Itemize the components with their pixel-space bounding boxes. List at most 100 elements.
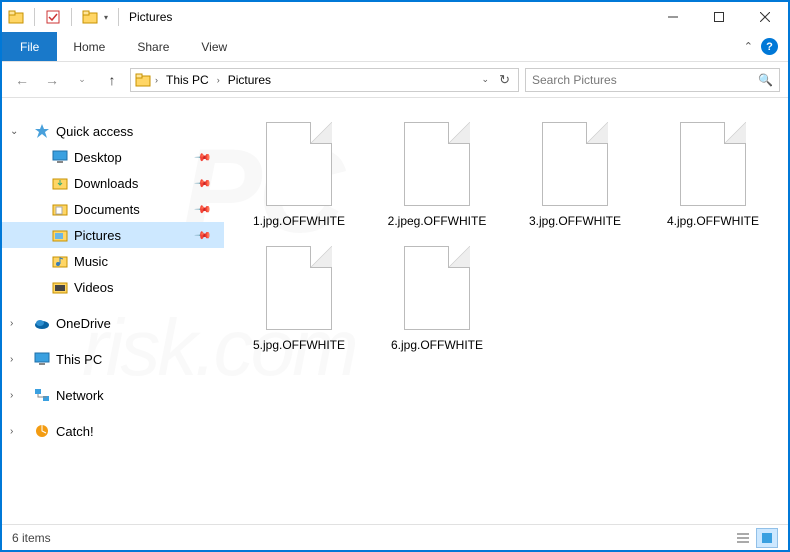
catch-icon	[34, 423, 50, 439]
qat-dropdown-icon[interactable]: ▾	[104, 13, 108, 22]
navigation-row: ← → ⌄ ↑ › This PC › Pictures ⌄ ↻ Search …	[2, 62, 788, 98]
nav-label: Documents	[74, 202, 140, 217]
properties-icon[interactable]	[45, 9, 61, 25]
network-icon	[34, 387, 50, 403]
folder-icon[interactable]	[82, 9, 98, 25]
quick-access-toolbar: ▾ Pictures	[2, 8, 172, 26]
main-area: PC risk.com ⌄ Quick access Desktop 📌 Dow…	[2, 98, 788, 522]
nav-label: This PC	[56, 352, 102, 367]
thumbnails-view-button[interactable]	[756, 528, 778, 548]
separator	[71, 8, 72, 26]
nav-downloads[interactable]: Downloads 📌	[2, 170, 224, 196]
chevron-right-icon[interactable]: ›	[217, 75, 220, 85]
star-icon	[34, 123, 50, 139]
refresh-icon[interactable]: ↻	[495, 72, 514, 88]
file-name: 2.jpeg.OFFWHITE	[388, 214, 487, 228]
pin-icon: 📌	[194, 174, 213, 193]
back-button[interactable]: ←	[10, 68, 34, 92]
pin-icon: 📌	[194, 226, 213, 245]
desktop-icon	[52, 149, 68, 165]
title-bar: ▾ Pictures	[2, 2, 788, 32]
nav-quick-access[interactable]: ⌄ Quick access	[2, 118, 224, 144]
nav-label: Catch!	[56, 424, 94, 439]
breadcrumb-pictures[interactable]: Pictures	[224, 73, 275, 87]
nav-label: Music	[74, 254, 108, 269]
view-switcher	[732, 528, 778, 548]
forward-button[interactable]: →	[40, 68, 64, 92]
nav-label: Network	[56, 388, 104, 403]
nav-label: Desktop	[74, 150, 122, 165]
separator	[34, 8, 35, 26]
pin-icon: 📌	[194, 200, 213, 219]
nav-pictures[interactable]: Pictures 📌	[2, 222, 224, 248]
address-dropdown-icon[interactable]: ⌄	[482, 74, 490, 85]
search-input[interactable]: Search Pictures 🔍	[525, 68, 780, 92]
up-button[interactable]: ↑	[100, 68, 124, 92]
close-button[interactable]	[742, 2, 788, 32]
details-view-button[interactable]	[732, 528, 754, 548]
file-item[interactable]: 1.jpg.OFFWHITE	[240, 122, 358, 228]
file-item[interactable]: 3.jpg.OFFWHITE	[516, 122, 634, 228]
file-icon	[266, 122, 332, 206]
nav-network[interactable]: › Network	[2, 382, 224, 408]
nav-music[interactable]: Music	[2, 248, 224, 274]
chevron-right-icon[interactable]: ›	[10, 354, 13, 365]
file-icon	[404, 246, 470, 330]
pictures-icon	[52, 227, 68, 243]
nav-label: Videos	[74, 280, 114, 295]
file-item[interactable]: 6.jpg.OFFWHITE	[378, 246, 496, 352]
file-name: 5.jpg.OFFWHITE	[253, 338, 345, 352]
nav-onedrive[interactable]: › OneDrive	[2, 310, 224, 336]
nav-this-pc[interactable]: › This PC	[2, 346, 224, 372]
window-title: Pictures	[129, 10, 172, 24]
this-pc-icon	[34, 351, 50, 367]
ribbon: File Home Share View ⌃ ?	[2, 32, 788, 62]
nav-catch[interactable]: › Catch!	[2, 418, 224, 444]
nav-desktop[interactable]: Desktop 📌	[2, 144, 224, 170]
file-name: 1.jpg.OFFWHITE	[253, 214, 345, 228]
address-bar[interactable]: › This PC › Pictures ⌄ ↻	[130, 68, 519, 92]
downloads-icon	[52, 175, 68, 191]
item-count: 6 items	[12, 531, 51, 545]
file-name: 6.jpg.OFFWHITE	[391, 338, 483, 352]
file-tab[interactable]: File	[2, 32, 57, 61]
chevron-right-icon[interactable]: ›	[10, 318, 13, 329]
file-name: 3.jpg.OFFWHITE	[529, 214, 621, 228]
chevron-right-icon[interactable]: ›	[10, 426, 13, 437]
search-placeholder: Search Pictures	[532, 73, 758, 87]
file-icon	[542, 122, 608, 206]
status-bar: 6 items	[2, 524, 788, 550]
search-icon[interactable]: 🔍	[758, 73, 773, 87]
nav-label: Quick access	[56, 124, 133, 139]
minimize-button[interactable]	[650, 2, 696, 32]
documents-icon	[52, 201, 68, 217]
pin-icon: 📌	[194, 148, 213, 167]
nav-videos[interactable]: Videos	[2, 274, 224, 300]
onedrive-icon	[34, 315, 50, 331]
nav-label: Pictures	[74, 228, 121, 243]
nav-label: Downloads	[74, 176, 138, 191]
chevron-right-icon[interactable]: ›	[155, 75, 158, 85]
file-icon	[266, 246, 332, 330]
file-icon	[680, 122, 746, 206]
maximize-button[interactable]	[696, 2, 742, 32]
file-list[interactable]: 1.jpg.OFFWHITE 2.jpeg.OFFWHITE 3.jpg.OFF…	[224, 98, 788, 522]
collapse-ribbon-icon[interactable]: ⌃	[744, 40, 753, 53]
file-item[interactable]: 5.jpg.OFFWHITE	[240, 246, 358, 352]
file-icon	[404, 122, 470, 206]
chevron-down-icon[interactable]: ⌄	[10, 126, 18, 137]
help-icon[interactable]: ?	[761, 38, 778, 55]
file-item[interactable]: 2.jpeg.OFFWHITE	[378, 122, 496, 228]
chevron-right-icon[interactable]: ›	[10, 390, 13, 401]
videos-icon	[52, 279, 68, 295]
tab-share[interactable]: Share	[121, 32, 185, 61]
file-item[interactable]: 4.jpg.OFFWHITE	[654, 122, 772, 228]
nav-documents[interactable]: Documents 📌	[2, 196, 224, 222]
folder-icon	[8, 9, 24, 25]
music-icon	[52, 253, 68, 269]
breadcrumb-this-pc[interactable]: This PC	[162, 73, 213, 87]
window-controls	[650, 2, 788, 32]
tab-home[interactable]: Home	[57, 32, 121, 61]
recent-dropdown-icon[interactable]: ⌄	[70, 68, 94, 92]
tab-view[interactable]: View	[185, 32, 243, 61]
